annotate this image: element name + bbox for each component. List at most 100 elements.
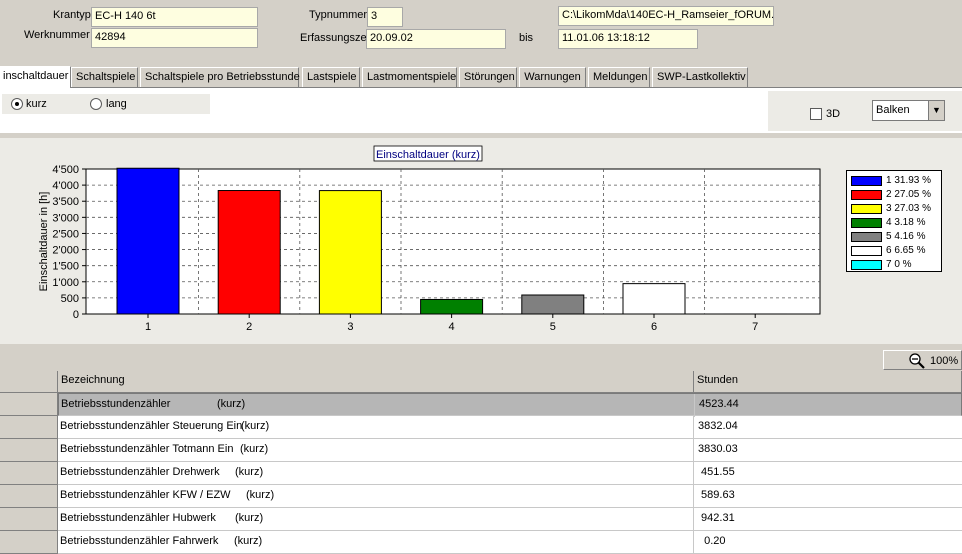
y-tick-label: 1'000 [52, 277, 79, 289]
radio-lang[interactable] [90, 98, 102, 110]
werknummer-field[interactable]: 42894 [91, 28, 258, 48]
checkbox-3d-label: 3D [826, 108, 840, 120]
y-tick-label: 3'000 [52, 212, 79, 224]
column-header-stunden[interactable]: Stunden [694, 371, 962, 393]
chart-type-select[interactable]: Balken ▼ [872, 100, 945, 121]
erfassungszeit-field[interactable]: 20.09.02 [366, 29, 506, 49]
tab-lastmomentspiele[interactable]: Lastmomentspiele [362, 67, 457, 87]
row-mode: (kurz) [235, 512, 263, 524]
y-tick-label: 4'000 [52, 180, 79, 192]
erfassungszeit-label: Erfassungszeit [300, 32, 372, 44]
zoom-button[interactable]: 100% [883, 350, 962, 370]
radio-lang-label: lang [106, 98, 127, 110]
row-mode: (kurz) [240, 443, 268, 455]
row-name: Betriebsstundenzähler [61, 398, 170, 410]
y-tick-label: 4'500 [52, 164, 79, 176]
row-name: Betriebsstundenzähler Hubwerk [60, 512, 216, 524]
table-row[interactable]: Betriebsstundenzähler Steuerung Ein(kurz… [58, 416, 962, 439]
legend-swatch [851, 218, 882, 228]
row-mode: (kurz) [217, 398, 245, 410]
legend-label: 4 3.18 % [886, 217, 925, 228]
bar [117, 168, 179, 314]
legend-label: 5 4.16 % [886, 231, 925, 242]
typnummer-field[interactable]: 3 [367, 7, 403, 27]
table-row[interactable]: Betriebsstundenzähler Hubwerk(kurz) 942.… [58, 508, 962, 531]
radio-kurz[interactable] [11, 98, 23, 110]
legend-swatch [851, 260, 882, 270]
tab-swp-lastkollektiv[interactable]: SWP-Lastkollektiv [652, 67, 748, 87]
chart-title: Einschaltdauer (kurz) [376, 149, 480, 161]
tab-stoerungen[interactable]: Störungen [459, 67, 517, 87]
legend-swatch [851, 232, 882, 242]
row-name: Betriebsstundenzähler Totmann Ein [60, 443, 233, 455]
row-name: Betriebsstundenzähler Drehwerk [60, 466, 220, 478]
y-tick-label: 1'500 [52, 261, 79, 273]
x-tick-label: 6 [651, 321, 657, 333]
data-table: Bezeichnung Stunden Betriebsstundenzähle… [0, 371, 962, 553]
row-mode: (kurz) [241, 420, 269, 432]
row-header[interactable] [0, 531, 58, 554]
typnummer-label: Typnummer [309, 9, 367, 21]
tab-einschaltdauer[interactable]: inschaltdauer [0, 66, 71, 88]
bar [319, 191, 381, 314]
row-name: Betriebsstundenzähler Steuerung Ein [60, 420, 242, 432]
x-tick-label: 4 [449, 321, 455, 333]
row-header[interactable] [0, 416, 58, 439]
y-axis-label: Einschaltdauer in [h] [38, 192, 50, 292]
tab-meldungen[interactable]: Meldungen [588, 67, 650, 87]
chart-legend: 1 31.93 % 2 27.05 % 3 27.03 % 4 3.18 % 5 4.1… [846, 170, 942, 272]
chart-type-value: Balken [876, 104, 910, 116]
cell-stunden: 589.63 [696, 485, 956, 508]
bis-field[interactable]: 11.01.06 13:18:12 [558, 29, 698, 49]
cell-bezeichnung: Betriebsstundenzähler Drehwerk(kurz) [58, 462, 694, 485]
row-header[interactable] [0, 485, 58, 508]
cell-bezeichnung: Betriebsstundenzähler KFW / EZW(kurz) [58, 485, 694, 508]
chevron-down-icon[interactable]: ▼ [928, 101, 944, 120]
legend-label: 7 0 % [886, 259, 912, 270]
legend-label: 1 31.93 % [886, 175, 931, 186]
y-tick-label: 2'500 [52, 228, 79, 240]
bis-label: bis [519, 32, 533, 44]
checkbox-3d[interactable] [810, 108, 822, 120]
cell-stunden: 3832.04 [696, 416, 956, 439]
tab-warnungen[interactable]: Warnungen [519, 67, 586, 87]
options-panel: kurz lang 3D Balken ▼ [0, 87, 962, 133]
cell-bezeichnung: Betriebsstundenzähler Hubwerk (kurz) [58, 508, 694, 531]
y-tick-label: 500 [61, 293, 79, 305]
tab-schaltspiele[interactable]: Schaltspiele [71, 67, 138, 87]
cell-stunden: 451.55 [696, 462, 956, 485]
row-header[interactable] [0, 508, 58, 531]
bar-chart: Einschaltdauer (kurz)05001'0001'5002'000… [0, 138, 962, 344]
legend-item: 4 3.18 % [851, 217, 941, 229]
table-row[interactable]: Betriebsstundenzähler(kurz)4523.44 [58, 393, 962, 416]
legend-label: 6 6.65 % [886, 245, 925, 256]
row-mode: (kurz) [246, 489, 274, 501]
row-mode: (kurz) [234, 535, 262, 547]
legend-swatch [851, 176, 882, 186]
legend-item: 2 27.05 % [851, 189, 941, 201]
bar [623, 284, 685, 314]
table-row[interactable]: Betriebsstundenzähler KFW / EZW(kurz) 58… [58, 485, 962, 508]
tab-schaltspiele-pro-betriebsstunde[interactable]: Schaltspiele pro Betriebsstunde [140, 67, 299, 87]
column-header-bezeichnung[interactable]: Bezeichnung [58, 371, 694, 393]
table-row[interactable]: Betriebsstundenzähler Drehwerk(kurz) 451… [58, 462, 962, 485]
x-tick-label: 3 [347, 321, 353, 333]
legend-item: 6 6.65 % [851, 245, 941, 257]
table-row[interactable]: Betriebsstundenzähler Totmann Ein(kurz)3… [58, 439, 962, 462]
legend-swatch [851, 246, 882, 256]
row-header[interactable] [0, 462, 58, 485]
mode-radio-group: kurz lang [2, 94, 210, 114]
row-header[interactable] [0, 439, 58, 462]
krantyp-field[interactable]: EC-H 140 6t [91, 7, 258, 27]
row-name: Betriebsstundenzähler Fahrwerk [60, 535, 218, 547]
table-row[interactable]: Betriebsstundenzähler Fahrwerk(kurz) 0.2… [58, 531, 962, 554]
krantyp-label: Krantyp [53, 9, 91, 21]
legend-label: 3 27.03 % [886, 203, 931, 214]
cell-bezeichnung: Betriebsstundenzähler Totmann Ein (kurz) [58, 439, 694, 462]
y-tick-label: 0 [73, 309, 79, 321]
file-path-field[interactable]: C:\LikomMda\140EC-H_Ramseier_fORUM. [558, 6, 774, 26]
row-header[interactable] [0, 393, 58, 416]
chart-area: Einschaltdauer (kurz)05001'0001'5002'000… [0, 138, 962, 344]
legend-item: 5 4.16 % [851, 231, 941, 243]
tab-lastspiele[interactable]: Lastspiele [302, 67, 360, 87]
